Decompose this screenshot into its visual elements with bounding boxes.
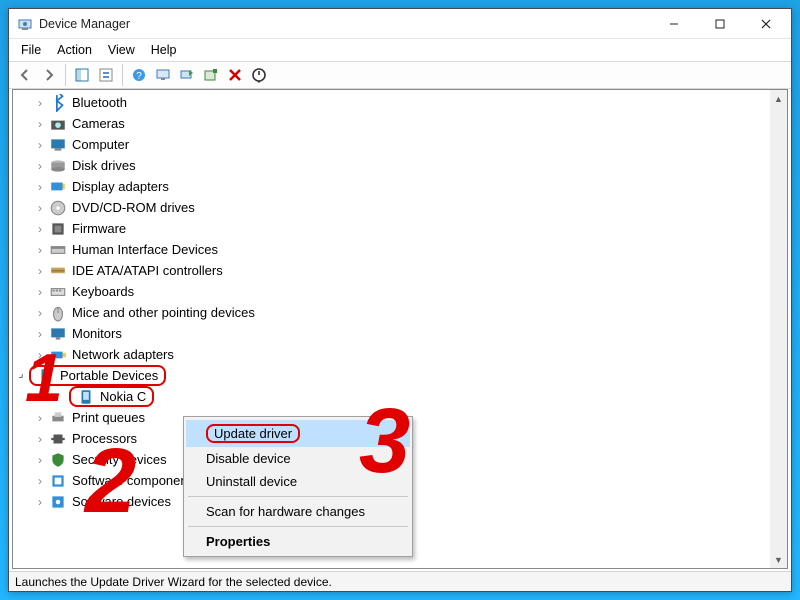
chevron-right-icon[interactable]: › xyxy=(33,327,47,341)
chevron-right-icon[interactable]: › xyxy=(33,264,47,278)
highlight-2: Nokia C xyxy=(69,386,154,407)
ctx-separator xyxy=(188,496,408,497)
status-text: Launches the Update Driver Wizard for th… xyxy=(15,575,332,589)
toolbar-separator xyxy=(122,64,123,86)
security-icon xyxy=(49,452,67,468)
svg-text:?: ? xyxy=(136,71,142,82)
menu-view[interactable]: View xyxy=(100,41,143,59)
menu-help[interactable]: Help xyxy=(143,41,185,59)
software-icon xyxy=(49,494,67,510)
tree-item[interactable]: ›Network adapters xyxy=(33,344,770,365)
chevron-right-icon[interactable]: › xyxy=(33,432,47,446)
chevron-right-icon[interactable]: › xyxy=(33,138,47,152)
mouse-icon xyxy=(49,305,67,321)
properties-button[interactable] xyxy=(94,63,118,87)
keyboard-icon xyxy=(49,284,67,300)
chevron-right-icon[interactable]: › xyxy=(33,180,47,194)
hid-icon xyxy=(49,242,67,258)
scroll-up-button[interactable]: ▲ xyxy=(770,90,787,107)
minimize-button[interactable] xyxy=(651,9,697,39)
scan-hardware-button[interactable] xyxy=(151,63,175,87)
show-hide-tree-button[interactable] xyxy=(70,63,94,87)
chevron-right-icon[interactable]: › xyxy=(33,243,47,257)
scroll-down-button[interactable]: ▼ xyxy=(770,551,787,568)
printer-icon xyxy=(49,410,67,426)
processor-icon xyxy=(49,431,67,447)
close-button[interactable] xyxy=(743,9,789,39)
chevron-right-icon[interactable]: › xyxy=(33,453,47,467)
chevron-right-icon[interactable]: › xyxy=(33,474,47,488)
update-driver-button[interactable] xyxy=(175,63,199,87)
toolbar-separator xyxy=(65,64,66,86)
window-title: Device Manager xyxy=(39,17,130,31)
content-pane: ›Bluetooth ›Cameras ›Computer ›Disk driv… xyxy=(12,89,788,569)
monitor-icon xyxy=(49,326,67,342)
menu-bar: File Action View Help xyxy=(9,39,791,61)
network-icon xyxy=(49,347,67,363)
firmware-icon xyxy=(49,221,67,237)
tree-item[interactable]: ›Cameras xyxy=(33,113,770,134)
tree-item[interactable]: ›DVD/CD-ROM drives xyxy=(33,197,770,218)
chevron-right-icon[interactable]: › xyxy=(33,495,47,509)
maximize-button[interactable] xyxy=(697,9,743,39)
back-button[interactable] xyxy=(13,63,37,87)
uninstall-button[interactable] xyxy=(199,63,223,87)
phone-icon xyxy=(77,389,95,405)
chevron-right-icon[interactable]: › xyxy=(33,117,47,131)
device-manager-window: Device Manager File Action View Help ? ›… xyxy=(8,8,792,592)
tree-item[interactable]: ›Human Interface Devices xyxy=(33,239,770,260)
tree-item[interactable]: ›Firmware xyxy=(33,218,770,239)
tree-item[interactable]: ›Display adapters xyxy=(33,176,770,197)
menu-action[interactable]: Action xyxy=(49,41,100,59)
portable-device-icon xyxy=(37,368,55,384)
tree-item-nokia[interactable]: Nokia C xyxy=(55,386,770,407)
help-button[interactable]: ? xyxy=(127,63,151,87)
chevron-right-icon[interactable]: › xyxy=(33,96,47,110)
ctx-uninstall-device[interactable]: Uninstall device xyxy=(186,470,410,493)
chevron-right-icon[interactable]: › xyxy=(33,306,47,320)
ctx-properties[interactable]: Properties xyxy=(186,530,410,553)
tree-item[interactable]: ›Keyboards xyxy=(33,281,770,302)
ctx-separator xyxy=(188,526,408,527)
vertical-scrollbar[interactable]: ▲ ▼ xyxy=(770,90,787,568)
chevron-right-icon[interactable]: › xyxy=(33,159,47,173)
tree-item[interactable]: ›Disk drives xyxy=(33,155,770,176)
title-bar: Device Manager xyxy=(9,9,791,39)
tree-item[interactable]: ›Computer xyxy=(33,134,770,155)
context-menu: Update driver Disable device Uninstall d… xyxy=(183,416,413,557)
highlight-3: Update driver xyxy=(206,424,300,443)
tree-item[interactable]: ›Monitors xyxy=(33,323,770,344)
software-icon xyxy=(49,473,67,489)
disk-icon xyxy=(49,158,67,174)
chevron-right-icon[interactable]: › xyxy=(33,285,47,299)
tree-item-portable-devices[interactable]: › Portable Devices xyxy=(15,365,770,386)
enable-button[interactable] xyxy=(247,63,271,87)
highlight-1: Portable Devices xyxy=(29,365,166,386)
tree-item[interactable]: ›IDE ATA/ATAPI controllers xyxy=(33,260,770,281)
display-adapter-icon xyxy=(49,179,67,195)
dvd-icon xyxy=(49,200,67,216)
ide-icon xyxy=(49,263,67,279)
ctx-disable-device[interactable]: Disable device xyxy=(186,447,410,470)
chevron-right-icon[interactable]: › xyxy=(33,201,47,215)
computer-icon xyxy=(49,137,67,153)
tree-item[interactable]: ›Bluetooth xyxy=(33,92,770,113)
toolbar: ? xyxy=(9,61,791,89)
tree-item[interactable]: ›Mice and other pointing devices xyxy=(33,302,770,323)
chevron-right-icon[interactable]: › xyxy=(33,411,47,425)
status-bar: Launches the Update Driver Wizard for th… xyxy=(9,571,791,591)
ctx-update-driver[interactable]: Update driver xyxy=(186,420,410,447)
menu-file[interactable]: File xyxy=(13,41,49,59)
ctx-scan-hardware[interactable]: Scan for hardware changes xyxy=(186,500,410,523)
bluetooth-icon xyxy=(49,95,67,111)
forward-button[interactable] xyxy=(37,63,61,87)
disable-button[interactable] xyxy=(223,63,247,87)
app-icon xyxy=(17,16,33,32)
chevron-right-icon[interactable]: › xyxy=(33,348,47,362)
camera-icon xyxy=(49,116,67,132)
chevron-right-icon[interactable]: › xyxy=(33,222,47,236)
